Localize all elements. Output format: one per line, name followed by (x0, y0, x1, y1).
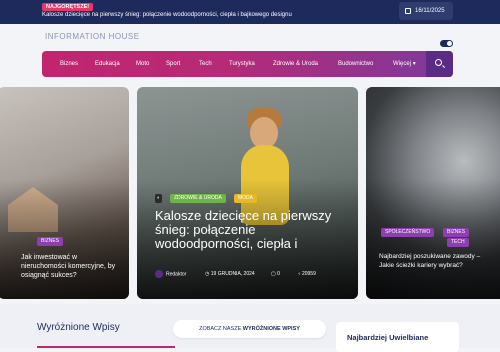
dark-mode-toggle[interactable] (440, 40, 453, 47)
featured-card-left[interactable]: BIZNES Jak inwestować w nieruchomości ko… (0, 87, 129, 299)
widget-title: Najbardziej Uwielbiane (347, 333, 429, 342)
nav-item-edukacja[interactable]: Edukacja (95, 51, 120, 77)
calendar-icon (405, 8, 411, 14)
category-tag[interactable]: ZDROWIE & URODA (170, 194, 226, 203)
category-tag[interactable]: BIZNES (37, 237, 64, 246)
comment-icon: ▢ (271, 271, 276, 277)
nav-item-turystyka[interactable]: Turystyka (229, 51, 255, 77)
section-title: Wyróżnione Wpisy (37, 322, 120, 333)
post-date: ◷ 19 GRUDNIA, 2024 (205, 271, 255, 277)
avatar (155, 270, 163, 278)
nav-item-biznes[interactable]: Biznes (60, 51, 78, 77)
card-title[interactable]: Jak inwestować w nieruchomości komercyjn… (21, 253, 121, 280)
card-shade (0, 179, 129, 299)
site-logo[interactable]: INFORMATION HOUSE (45, 32, 140, 41)
category-tag[interactable]: SPOŁECZEŃSTWO (381, 228, 435, 237)
nav-item-budownictwo[interactable]: Budownictwo (338, 51, 373, 77)
date-display: 16/11/2025 (399, 2, 453, 20)
clock-icon: ◷ (205, 271, 210, 277)
see-all-featured-button[interactable]: ZOBACZ NASZE WYRÓŻNIONE WPISY (173, 320, 326, 338)
category-tag[interactable]: BIZNES (443, 228, 470, 237)
card-shade (366, 179, 500, 299)
author[interactable]: Redaktor (155, 270, 186, 278)
nav-item-sport[interactable]: Sport (166, 51, 180, 77)
nav-item-tech[interactable]: Tech (199, 51, 212, 77)
hot-headline-link[interactable]: Kalosze dziecięce na pierwszy śnieg: poł… (42, 12, 292, 18)
nav-item-wiecej[interactable]: Więcej ▾ (393, 51, 416, 77)
chevron-down-icon: ▾ (412, 61, 416, 67)
search-icon (435, 59, 442, 66)
top-bar: NAJGORĘTSZE! Kalosze dziecięce na pierws… (0, 0, 500, 24)
featured-card-center[interactable]: ◐ ZDROWIE & URODA MODA Kalosze dziecięce… (137, 87, 358, 299)
category-tag[interactable]: MODA (234, 194, 257, 203)
hot-badge: NAJGORĘTSZE! (42, 3, 94, 11)
view-count: ♦ 20959 (298, 271, 316, 277)
format-icon: ◐ (155, 194, 163, 203)
nav-item-zdrowie-uroda[interactable]: Zdrowie & Uroda (273, 51, 318, 77)
main-nav: Biznes Edukacja Moto Sport Tech Turystyk… (42, 51, 453, 77)
category-tag[interactable]: TECH (447, 238, 469, 247)
comment-count[interactable]: ▢ 0 (271, 271, 280, 277)
featured-card-right[interactable]: SPOŁECZEŃSTWO BIZNES TECH Najbardziej po… (366, 87, 500, 299)
flame-icon: ♦ (298, 271, 301, 277)
search-button[interactable] (426, 51, 453, 77)
date-text: 16/11/2025 (415, 8, 445, 14)
card-title[interactable]: Kalosze dziecięce na pierwszy śnieg: poł… (155, 209, 350, 253)
card-title[interactable]: Najbardziej poszukiwane zawody – Jakie ś… (379, 252, 491, 270)
nav-item-moto[interactable]: Moto (136, 51, 149, 77)
